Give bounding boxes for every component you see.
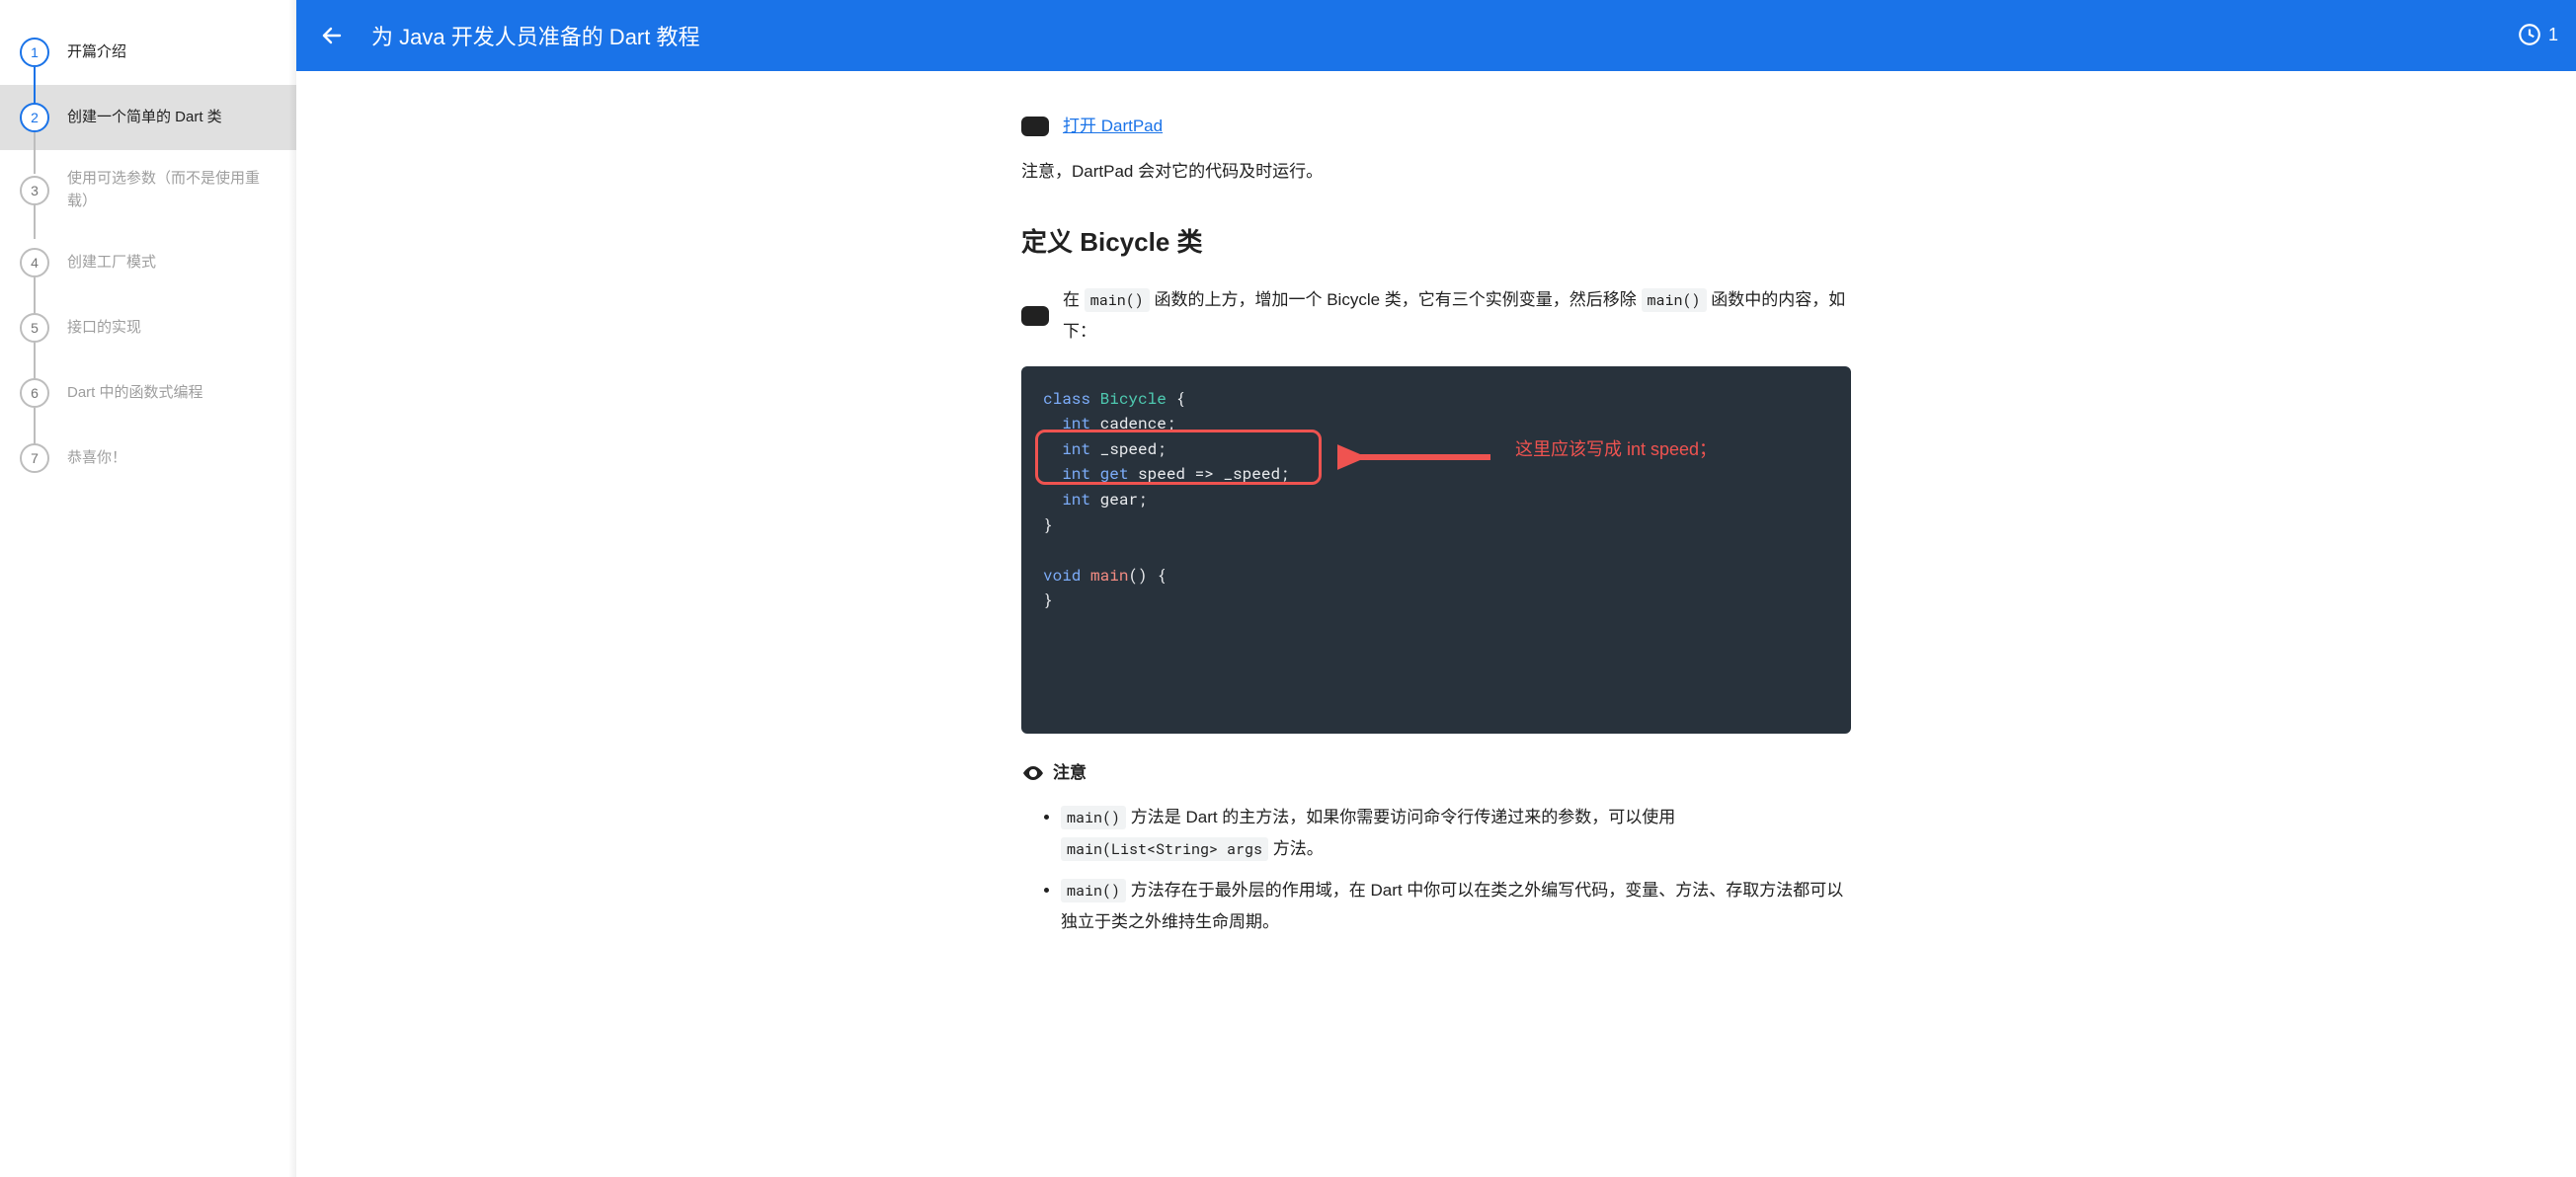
bullet-text: 方法。 — [1273, 839, 1324, 858]
intro-pre: 在 — [1063, 290, 1085, 309]
section-intro-row: 在 main() 函数的上方，增加一个 Bicycle 类，它有三个实例变量，然… — [1021, 284, 1851, 349]
sidebar: 1 开篇介绍 2 创建一个简单的 Dart 类 3 使用可选参数（而不是使用重载… — [0, 0, 296, 1177]
eye-icon — [1021, 761, 1045, 785]
back-arrow-icon[interactable] — [320, 24, 344, 47]
note-heading: 注意 — [1021, 757, 1851, 789]
step-number: 1 — [20, 38, 49, 67]
bullet-text: 方法存在于最外层的作用域，在 Dart 中你可以在类之外编写代码，变量、方法、存… — [1061, 881, 1843, 931]
sidebar-item-congrats[interactable]: 7 恭喜你！ — [0, 426, 296, 491]
sidebar-item-create-class[interactable]: 2 创建一个简单的 Dart 类 — [0, 85, 296, 150]
note-title: 注意 — [1053, 757, 1087, 789]
code-block-bicycle: class Bicycle { int cadence; int _speed;… — [1021, 366, 1851, 735]
step-label: 恭喜你！ — [67, 447, 126, 470]
bullet-text: 方法是 Dart 的主方法，如果你需要访问命令行传递过来的参数，可以使用 — [1131, 808, 1676, 826]
page-title: 为 Java 开发人员准备的 Dart 教程 — [371, 20, 699, 51]
code-inline-args: main(List<String> args — [1061, 837, 1268, 861]
code-inline-main: main() — [1085, 288, 1150, 312]
code-inline-main: main() — [1642, 288, 1707, 312]
step-number: 6 — [20, 378, 49, 408]
step-label: 使用可选参数（而不是使用重载） — [67, 168, 277, 212]
bullet-icon — [1021, 306, 1049, 326]
clock-badge: 1 — [2517, 22, 2558, 47]
clock-icon — [2517, 22, 2542, 47]
intro-mid: 函数的上方，增加一个 Bicycle 类，它有三个实例变量，然后移除 — [1154, 290, 1641, 309]
action-row: 打开 DartPad — [1021, 111, 1851, 142]
open-dartpad-link[interactable]: 打开 DartPad — [1063, 111, 1163, 142]
step-label: 创建工厂模式 — [67, 252, 156, 275]
step-label: 开篇介绍 — [67, 41, 126, 64]
annotation-text: 这里应该写成 int speed； — [1515, 435, 1717, 464]
bullet-icon — [1021, 117, 1049, 136]
code-inline-main: main() — [1061, 806, 1126, 829]
step-label: 创建一个简单的 Dart 类 — [67, 107, 222, 129]
main: 为 Java 开发人员准备的 Dart 教程 1 打开 DartPad 注意，D… — [296, 0, 2576, 1177]
note-list: main() 方法是 Dart 的主方法，如果你需要访问命令行传递过来的参数，可… — [1021, 802, 1851, 939]
code-inline-main: main() — [1061, 879, 1126, 902]
annotation-arrow-icon — [1337, 437, 1495, 477]
sidebar-item-optional-params[interactable]: 3 使用可选参数（而不是使用重载） — [0, 150, 296, 230]
sidebar-item-intro[interactable]: 1 开篇介绍 — [0, 20, 296, 85]
step-number: 4 — [20, 248, 49, 277]
sidebar-item-interface[interactable]: 5 接口的实现 — [0, 295, 296, 360]
section-intro-text: 在 main() 函数的上方，增加一个 Bicycle 类，它有三个实例变量，然… — [1063, 284, 1851, 349]
step-number: 3 — [20, 176, 49, 205]
dartpad-note: 注意，DartPad 会对它的代码及时运行。 — [1021, 156, 1851, 188]
step-number: 7 — [20, 443, 49, 473]
list-item: main() 方法存在于最外层的作用域，在 Dart 中你可以在类之外编写代码，… — [1061, 875, 1851, 939]
step-label: 接口的实现 — [67, 317, 141, 340]
clock-value: 1 — [2548, 25, 2558, 45]
header: 为 Java 开发人员准备的 Dart 教程 1 — [296, 0, 2576, 71]
section-title: 定义 Bicycle 类 — [1021, 218, 1851, 267]
step-number: 2 — [20, 103, 49, 132]
page-root: 1 开篇介绍 2 创建一个简单的 Dart 类 3 使用可选参数（而不是使用重载… — [0, 0, 2576, 1177]
list-item: main() 方法是 Dart 的主方法，如果你需要访问命令行传递过来的参数，可… — [1061, 802, 1851, 866]
step-label: Dart 中的函数式编程 — [67, 382, 203, 405]
sidebar-item-factory[interactable]: 4 创建工厂模式 — [0, 230, 296, 295]
step-connector — [34, 132, 36, 174]
step-number: 5 — [20, 313, 49, 343]
sidebar-item-functional[interactable]: 6 Dart 中的函数式编程 — [0, 360, 296, 426]
content: 打开 DartPad 注意，DartPad 会对它的代码及时运行。 定义 Bic… — [982, 71, 1891, 1008]
